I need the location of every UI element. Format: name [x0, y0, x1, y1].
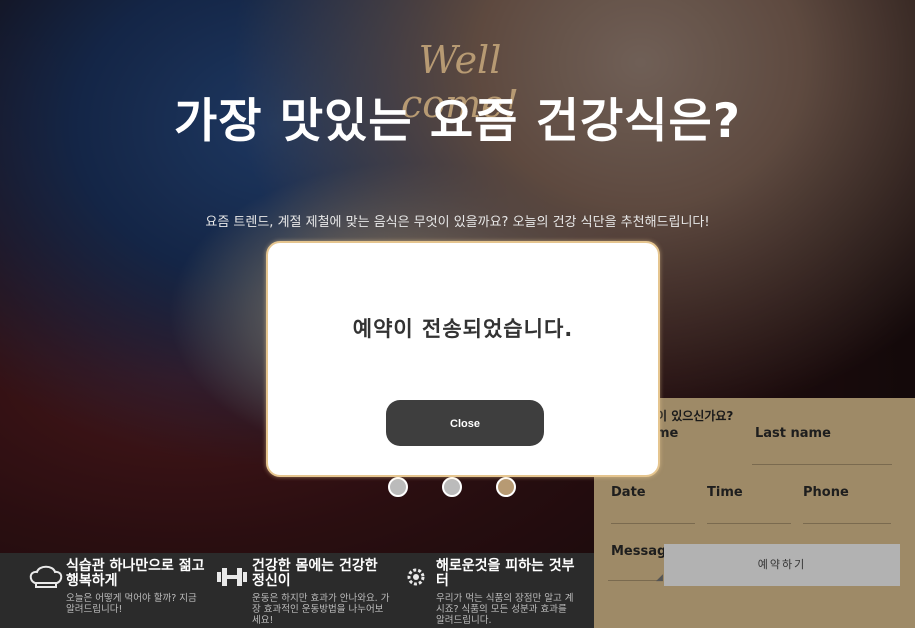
last-name-label: Last name — [755, 426, 831, 441]
hero-headline: 가장 맛있는 요즘 건강식은? — [174, 94, 741, 149]
hero-subline: 요즘 트렌드, 계절 제철에 맞는 음식은 무엇이 있을까요? 오늘의 건강 식… — [205, 215, 710, 230]
phone-field[interactable] — [803, 523, 891, 524]
dumbbell-icon — [214, 565, 250, 589]
slider-dot-2[interactable] — [442, 477, 462, 497]
gear-icon — [398, 565, 434, 589]
confirmation-modal: 예약이 전송되었습니다. Close — [266, 241, 660, 477]
phone-label: Phone — [803, 485, 849, 500]
date-label: Date — [611, 485, 646, 500]
feature-ingredients-desc: 우리가 먹는 식품의 장점만 알고 계시죠? 식품의 모든 성분과 효과를 알려… — [436, 593, 574, 626]
date-field[interactable] — [611, 523, 695, 524]
close-button[interactable]: Close — [386, 400, 544, 446]
time-label: Time — [707, 485, 743, 500]
chef-hat-icon — [28, 565, 64, 589]
resize-grip-icon[interactable]: ◢ — [656, 573, 663, 583]
modal-message: 예약이 전송되었습니다. — [352, 317, 574, 341]
slider-dot-1[interactable] — [388, 477, 408, 497]
last-name-field[interactable] — [752, 464, 892, 465]
time-field[interactable] — [707, 523, 791, 524]
feature-diet[interactable]: 식습관 하나만으로 젊고 행복하게 오늘은 어떻게 먹어야 할까? 지금 알려드… — [28, 558, 205, 625]
feature-ingredients-title: 해로운것을 피하는 것부터 — [436, 558, 575, 589]
feature-bar: 식습관 하나만으로 젊고 행복하게 오늘은 어떻게 먹어야 할까? 지금 알려드… — [0, 553, 596, 628]
reserve-submit-button[interactable]: 예약하기 — [664, 544, 900, 586]
slider-dots — [388, 477, 516, 497]
feature-exercise-title: 건강한 몸에는 건강한 정신이 — [252, 558, 378, 589]
feature-exercise[interactable]: 건강한 몸에는 건강한 정신이 운동은 하지만 효과가 안나와요. 가장 효과적… — [214, 558, 390, 626]
feature-exercise-desc: 운동은 하지만 효과가 안나와요. 가장 효과적인 운동방법을 나누어보세요! — [252, 593, 390, 626]
feature-diet-title: 식습관 하나만으로 젊고 행복하게 — [66, 558, 205, 589]
form-question: 이 있으신가요? — [656, 409, 734, 423]
feature-diet-desc: 오늘은 어떻게 먹어야 할까? 지금 알려드립니다! — [66, 593, 197, 615]
message-field[interactable] — [608, 546, 663, 581]
slider-dot-3[interactable] — [496, 477, 516, 497]
feature-ingredients[interactable]: 해로운것을 피하는 것부터 우리가 먹는 식품의 장점만 알고 계시죠? 식품의… — [398, 558, 575, 626]
